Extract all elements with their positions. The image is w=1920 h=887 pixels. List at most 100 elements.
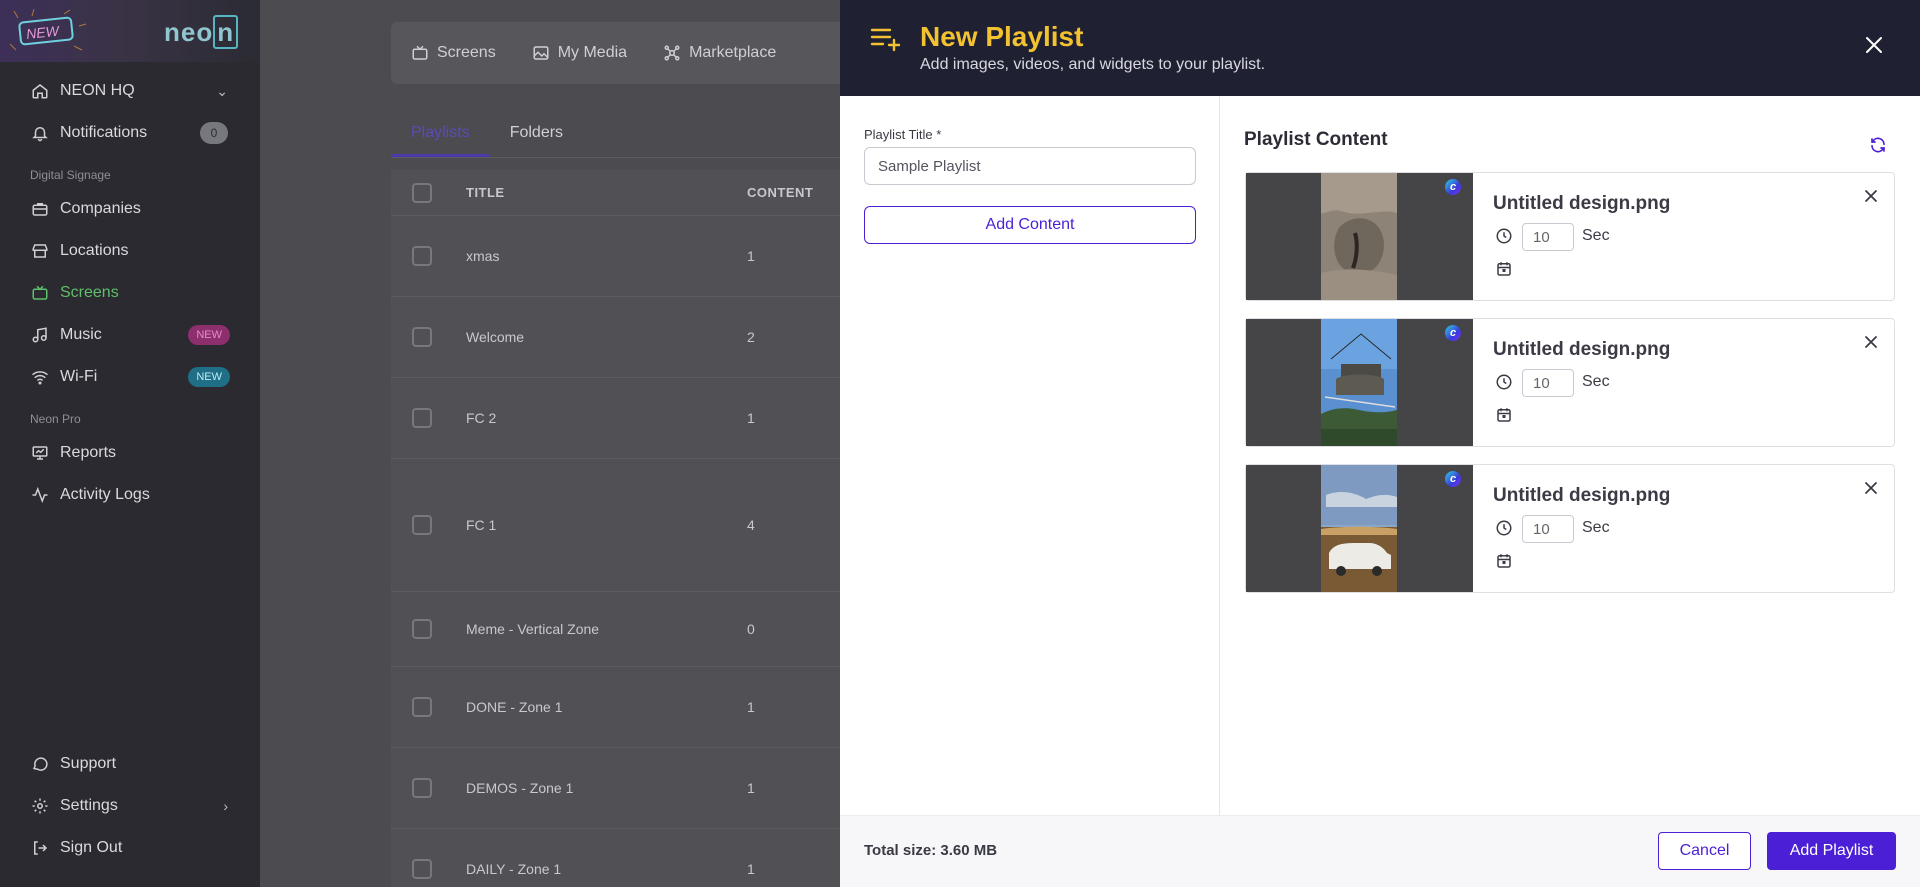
- tab-my-media[interactable]: My Media: [532, 44, 627, 62]
- tab-label: Marketplace: [689, 44, 777, 61]
- playlist-title-label-text: Playlist Title: [864, 127, 933, 142]
- sidebar-item-activity-logs[interactable]: Activity Logs: [0, 474, 260, 516]
- chat-icon: [30, 754, 50, 774]
- playlist-add-icon: [870, 28, 901, 52]
- duration-unit: Sec: [1582, 519, 1610, 536]
- row-checkbox[interactable]: [412, 859, 432, 879]
- tab-marketplace[interactable]: Marketplace: [663, 44, 776, 62]
- duration-unit: Sec: [1582, 227, 1610, 244]
- close-icon[interactable]: [1864, 35, 1884, 55]
- sidebar-item-support[interactable]: Support: [0, 743, 260, 785]
- remove-item-icon[interactable]: [1863, 334, 1879, 350]
- sidebar-item-label: Sign Out: [60, 839, 123, 856]
- cancel-button[interactable]: Cancel: [1658, 832, 1751, 870]
- tv-icon: [412, 45, 428, 60]
- sidebar-item-notifications[interactable]: Notifications 0: [0, 112, 260, 154]
- row-checkbox[interactable]: [412, 246, 432, 266]
- duration-input[interactable]: [1522, 515, 1574, 543]
- logout-icon: [30, 838, 50, 858]
- row-content: 1: [747, 780, 755, 796]
- workspace-selector[interactable]: NEON HQ ⌄: [0, 70, 260, 112]
- sidebar-item-label: Companies: [60, 200, 141, 217]
- new-badge: NEW: [188, 367, 230, 387]
- sidebar-item-screens[interactable]: Screens: [0, 272, 260, 314]
- calendar-icon[interactable]: [1495, 406, 1513, 424]
- sidebar-item-companies[interactable]: Companies: [0, 188, 260, 230]
- add-content-button[interactable]: Add Content: [864, 206, 1196, 244]
- tv-icon: [30, 283, 50, 303]
- row-checkbox[interactable]: [412, 778, 432, 798]
- item-name: Untitled design.png: [1493, 339, 1671, 360]
- duration-input[interactable]: [1522, 369, 1574, 397]
- calendar-icon[interactable]: [1495, 260, 1513, 278]
- item-name: Untitled design.png: [1493, 193, 1671, 214]
- neon-logo: neo n: [164, 15, 239, 49]
- refresh-icon[interactable]: [1869, 136, 1887, 154]
- store-icon: [30, 241, 50, 261]
- row-title: DAILY - Zone 1: [466, 861, 562, 877]
- clock-icon: [1496, 374, 1512, 390]
- column-header-content: CONTENT: [747, 185, 814, 200]
- row-title: Welcome: [466, 329, 525, 345]
- item-thumbnail: c: [1246, 319, 1473, 446]
- row-title: FC 1: [466, 517, 497, 533]
- row-content: 2: [747, 329, 755, 345]
- row-content: 1: [747, 248, 755, 264]
- tab-screens[interactable]: Screens: [411, 44, 496, 62]
- sidebar-item-music[interactable]: Music NEW: [0, 314, 260, 356]
- row-content: 0: [747, 621, 755, 637]
- row-checkbox[interactable]: [412, 515, 432, 535]
- new-banner-decoration: NEW: [9, 8, 87, 51]
- duration-input[interactable]: [1522, 223, 1574, 251]
- svg-text:NEW: NEW: [25, 23, 61, 43]
- sidebar: NEW neo n NEON HQ ⌄ Notifications 0 Digit…: [0, 0, 260, 887]
- sidebar-item-label: Music: [60, 326, 102, 343]
- duration-unit: Sec: [1582, 373, 1610, 390]
- bell-icon: [30, 123, 50, 143]
- row-content: 1: [747, 699, 755, 715]
- sidebar-item-label: Notifications: [60, 124, 148, 141]
- row-checkbox[interactable]: [412, 697, 432, 717]
- row-checkbox[interactable]: [412, 408, 432, 428]
- new-playlist-panel: New Playlist Add images, videos, and wid…: [840, 0, 1920, 887]
- sidebar-item-wifi[interactable]: Wi-Fi NEW: [0, 356, 260, 398]
- row-content: 1: [747, 410, 755, 426]
- sidebar-item-settings[interactable]: Settings ›: [0, 785, 260, 827]
- tab-folders[interactable]: Folders: [490, 112, 583, 157]
- tab-label: My Media: [557, 44, 628, 61]
- sidebar-item-sign-out[interactable]: Sign Out: [0, 827, 260, 869]
- sidebar-item-label: Reports: [60, 444, 117, 461]
- panel-title: New Playlist: [920, 21, 1084, 52]
- brand-header: NEW neo n: [0, 0, 260, 62]
- briefcase-icon: [30, 199, 50, 219]
- playlist-item: c Untitled design.png Sec: [1245, 172, 1895, 301]
- sidebar-item-locations[interactable]: Locations: [0, 230, 260, 272]
- image-preview: [1321, 319, 1397, 446]
- remove-item-icon[interactable]: [1863, 480, 1879, 496]
- playlist-item: c Untitled design.png Sec: [1245, 318, 1895, 447]
- add-playlist-button[interactable]: Add Playlist: [1767, 832, 1896, 870]
- row-checkbox[interactable]: [412, 619, 432, 639]
- item-thumbnail: c: [1246, 465, 1473, 592]
- remove-item-icon[interactable]: [1863, 188, 1879, 204]
- activity-icon: [30, 485, 50, 505]
- playlist-item: c Untitled design.png Sec: [1245, 464, 1895, 593]
- canva-badge-icon: c: [1445, 471, 1461, 487]
- image-icon: [533, 46, 549, 60]
- row-checkbox[interactable]: [412, 327, 432, 347]
- playlist-title-input[interactable]: [864, 147, 1196, 185]
- section-label-neon-pro: Neon Pro: [30, 412, 81, 426]
- total-size-label: Total size: 3.60 MB: [864, 842, 998, 859]
- calendar-icon[interactable]: [1495, 552, 1513, 570]
- wifi-icon: [30, 367, 50, 387]
- playlist-title-label: Playlist Title *: [864, 127, 941, 142]
- tab-playlists[interactable]: Playlists: [391, 112, 490, 157]
- new-badge: NEW: [188, 325, 230, 345]
- panel-subtitle: Add images, videos, and widgets to your …: [920, 56, 1266, 73]
- sidebar-item-reports[interactable]: Reports: [0, 432, 260, 474]
- music-icon: [30, 325, 50, 345]
- canva-badge-icon: c: [1445, 179, 1461, 195]
- sidebar-item-label: Wi-Fi: [60, 368, 98, 385]
- select-all-checkbox[interactable]: [412, 182, 432, 203]
- clock-icon: [1496, 228, 1512, 244]
